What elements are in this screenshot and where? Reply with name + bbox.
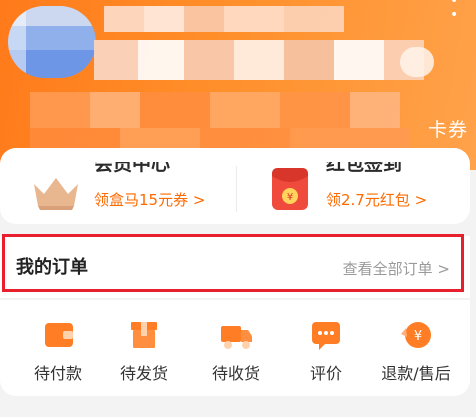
wallet-icon xyxy=(45,323,73,347)
status-label: 退款/售后 xyxy=(381,364,451,383)
svg-text:¥: ¥ xyxy=(287,192,293,203)
coupon-label[interactable]: 卡券 xyxy=(428,118,468,142)
divider xyxy=(236,166,237,212)
member-center-entry[interactable]: 会员中心 领盒马15元券 > xyxy=(30,148,230,224)
refund-icon: ¥ xyxy=(401,322,431,348)
svg-text:¥: ¥ xyxy=(414,329,422,344)
status-review[interactable]: 评价 xyxy=(286,318,366,384)
profile-header: • • 卡券 xyxy=(0,0,476,170)
member-center-title: 会员中心 xyxy=(94,162,171,175)
profile-screen: • • 卡券 会员中心 领盒马15元券 > ¥ 红包签到 领2.7元红包 > 我… xyxy=(0,0,476,417)
user-info-mosaic xyxy=(94,40,424,80)
status-label: 待收货 xyxy=(211,364,260,383)
status-pending-payment[interactable]: 待付款 xyxy=(18,318,98,384)
red-envelope-title: 红包签到 xyxy=(326,162,403,175)
avatar[interactable] xyxy=(8,6,96,78)
stats-mosaic xyxy=(30,92,400,128)
package-icon xyxy=(131,322,157,348)
red-envelope-subtitle: 领2.7元红包 > xyxy=(326,191,428,209)
stats-mosaic-lower xyxy=(30,128,410,148)
red-envelope-entry[interactable]: ¥ 红包签到 领2.7元红包 > xyxy=(262,148,462,224)
red-envelope-icon: ¥ xyxy=(272,168,308,210)
username-mosaic xyxy=(104,6,344,32)
status-label: 待付款 xyxy=(33,364,82,383)
status-label: 评价 xyxy=(309,364,342,383)
truck-icon xyxy=(221,326,252,349)
header-toggle[interactable] xyxy=(400,47,434,77)
more-dots-icon[interactable]: • • xyxy=(450,0,466,22)
chat-icon xyxy=(312,322,340,350)
orders-highlight-box xyxy=(2,234,464,292)
crown-icon xyxy=(34,178,78,210)
member-center-subtitle: 领盒马15元券 > xyxy=(94,191,206,209)
member-card: 会员中心 领盒马15元券 > ¥ 红包签到 领2.7元红包 > xyxy=(0,148,470,224)
status-label: 待发货 xyxy=(119,364,168,383)
status-refund[interactable]: ¥ 退款/售后 xyxy=(376,318,456,384)
status-awaiting-shipment[interactable]: 待发货 xyxy=(104,318,184,384)
status-awaiting-receipt[interactable]: 待收货 xyxy=(196,318,276,384)
